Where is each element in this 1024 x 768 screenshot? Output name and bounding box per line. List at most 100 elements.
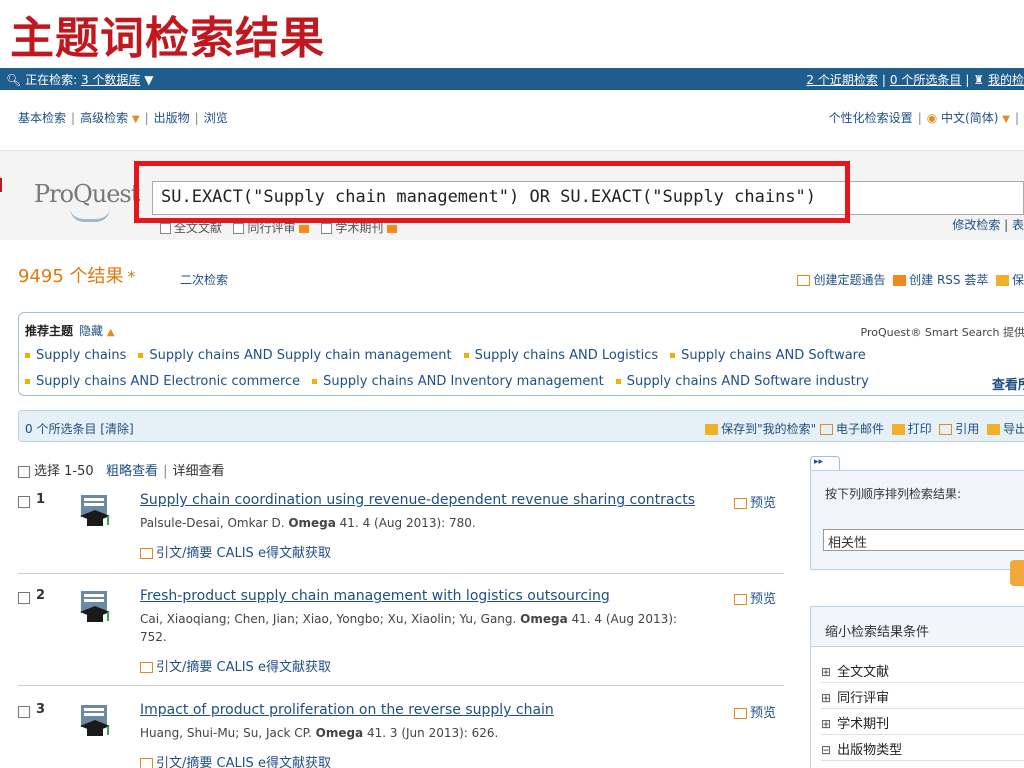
topic-link[interactable]: Supply chains AND Software	[670, 348, 866, 363]
publications-link[interactable]: 出版物	[154, 111, 190, 125]
result-actions: 创建定题通告 创建 RSS 荟萃 保	[797, 271, 1024, 288]
topic-row-1: Supply chains Supply chains AND Supply ch…	[25, 348, 878, 363]
record-authors: Cai, Xiaoqiang; Chen, Jian; Xiao, Yongbo…	[140, 610, 700, 646]
facet-peer-reviewed[interactable]: ⊞ 同行评审	[821, 683, 1024, 709]
select-all-checkbox[interactable]	[18, 465, 30, 478]
abstract-link[interactable]: 引文/摘要 CALIS e得文献获取	[156, 756, 331, 768]
language-dropdown-icon[interactable]: ▼	[1002, 114, 1010, 125]
view-all-topics-link[interactable]: 查看所	[992, 374, 1024, 393]
topic-link[interactable]: Supply chains	[25, 348, 126, 363]
result-record: 1 Supply chain coordination using revenu…	[18, 492, 784, 574]
chevron-down-icon[interactable]: ▼	[144, 73, 153, 87]
dropdown-icon[interactable]: ▼	[132, 114, 140, 125]
create-rss-link[interactable]: 创建 RSS 荟萃	[909, 273, 988, 287]
expand-icon[interactable]: ⊞	[821, 717, 831, 731]
record-links: 引文/摘要 CALIS e得文献获取	[140, 752, 331, 768]
create-alert-link[interactable]: 创建定题通告	[813, 273, 885, 287]
narrow-title: 缩小检索结果条件	[825, 625, 930, 640]
refine-search-link[interactable]: 二次检索	[180, 271, 228, 288]
proquest-logo: ProQuest	[34, 180, 140, 208]
topic-link[interactable]: Supply chains AND Supply chain managemen…	[138, 348, 451, 363]
results-suffix: 个结果	[69, 266, 124, 287]
expand-icon[interactable]: ⊞	[821, 691, 831, 705]
user-icon: ♜	[973, 73, 985, 87]
hide-topics-link[interactable]: 隐藏	[79, 324, 103, 338]
sort-apply-button[interactable]	[1010, 560, 1024, 586]
brief-view-link[interactable]: 粗略查看	[106, 464, 158, 479]
info-icon-2[interactable]	[387, 224, 398, 233]
print-icon	[891, 424, 905, 435]
mail-icon	[797, 275, 811, 286]
clear-selection-link[interactable]: 0 个所选条目 [清除]	[25, 420, 134, 437]
result-record: 3 Impact of product proliferation on the…	[18, 702, 784, 768]
record-number: 2	[36, 588, 46, 603]
citation-text: 41. 3 (Jun 2013): 626.	[363, 726, 499, 740]
folder-icon	[705, 424, 719, 435]
authors-text: Huang, Shui-Mu; Su, Jack CP.	[140, 726, 316, 740]
globe-icon: ◉	[926, 111, 938, 125]
collapse-icon[interactable]: ⊟	[821, 743, 831, 757]
recent-searches-link[interactable]: 2 个近期检索	[806, 73, 877, 87]
scholarly-journal-icon	[80, 705, 110, 736]
list-controls: 选择 1-50 粗略查看 | 详细查看	[18, 460, 224, 479]
record-title-link[interactable]: Supply chain coordination using revenue-…	[140, 492, 695, 508]
results-number: 9495	[18, 266, 64, 287]
expand-icon[interactable]: ⊞	[821, 665, 831, 679]
record-checkbox[interactable]	[18, 706, 30, 718]
databases-link[interactable]: 3 个数据库	[81, 73, 140, 87]
selected-items-link[interactable]: 0 个所选条目	[890, 73, 961, 87]
topic-link[interactable]: Supply chains AND Logistics	[464, 348, 659, 363]
abstract-link[interactable]: 引文/摘要 CALIS e得文献获取	[156, 660, 331, 675]
scholarly-label: 学术期刊	[335, 221, 384, 235]
modify-search-link[interactable]: 修改检索 | 表	[952, 216, 1024, 233]
rss-icon	[893, 275, 907, 286]
preview-icon	[734, 498, 747, 509]
record-authors: Huang, Shui-Mu; Su, Jack CP. Omega 41. 3…	[140, 724, 700, 742]
record-title-link[interactable]: Fresh-product supply chain management wi…	[140, 588, 610, 604]
sidebar-collapse-tab[interactable]: ▸▸	[810, 456, 840, 470]
basic-search-link[interactable]: 基本检索	[18, 111, 66, 125]
record-title-link[interactable]: Impact of product proliferation on the r…	[140, 702, 554, 718]
email-link[interactable]: 电子邮件	[836, 422, 884, 436]
topics-heading: 推荐主题	[25, 324, 74, 338]
preview-link[interactable]: 预览	[734, 492, 776, 511]
facet-source-type[interactable]: ⊟ 出版物类型	[821, 735, 1024, 761]
facet-scholarly[interactable]: ⊞ 学术期刊	[821, 709, 1024, 735]
facet-label: 学术期刊	[837, 717, 890, 732]
record-links: 引文/摘要 CALIS e得文献获取	[140, 542, 331, 561]
record-checkbox[interactable]	[18, 496, 30, 508]
scholarly-checkbox[interactable]	[321, 223, 333, 234]
search-icon: 🔍︎	[6, 73, 22, 87]
searching-databases: 🔍︎ 正在检索: 3 个数据库 ▼	[6, 71, 153, 88]
save-to-my-research-link[interactable]: 保存到"我的检索"	[721, 422, 816, 436]
search-input[interactable]: SU.EXACT("Supply chain management") OR S…	[152, 181, 1024, 215]
export-link[interactable]: 导出/	[1003, 422, 1024, 436]
abstract-link[interactable]: 引文/摘要 CALIS e得文献获取	[156, 546, 331, 561]
preview-link[interactable]: 预览	[734, 702, 776, 721]
collapse-icon[interactable]: ▲	[107, 327, 115, 338]
detailed-view-link[interactable]: 详细查看	[172, 464, 224, 479]
peer-reviewed-checkbox[interactable]	[233, 223, 245, 234]
topic-link[interactable]: Supply chains AND Electronic commerce	[25, 374, 300, 389]
navigation-bar: 基本检索 | 高级检索 ▼ | 出版物 | 浏览 个性化检索设置 | ◉ 中文(简体) ▼ |	[0, 90, 1024, 125]
journal-name: Omega	[288, 516, 336, 530]
sort-select[interactable]: 相关性	[823, 529, 1024, 551]
abstract-icon	[140, 548, 153, 559]
my-research-link[interactable]: 我的检	[988, 73, 1024, 87]
topic-link[interactable]: Supply chains AND Software industry	[616, 374, 869, 389]
preferences-link[interactable]: 个性化检索设置	[829, 111, 913, 125]
browse-link[interactable]: 浏览	[204, 111, 228, 125]
preview-link[interactable]: 预览	[734, 588, 776, 607]
language-select[interactable]: 中文(简体)	[941, 111, 998, 125]
save-search-link[interactable]: 保	[1012, 273, 1024, 287]
advanced-search-link[interactable]: 高级检索	[80, 111, 128, 125]
scholarly-journal-icon	[80, 591, 110, 622]
facet-fulltext[interactable]: ⊞ 全文文献	[821, 657, 1024, 683]
print-link[interactable]: 打印	[908, 422, 932, 436]
cite-link[interactable]: 引用	[955, 422, 979, 436]
fulltext-checkbox[interactable]	[160, 223, 171, 234]
recommended-topics-panel: 推荐主题 隐藏 ▲ ProQuest® Smart Search 提供 Suppl…	[18, 312, 1024, 396]
record-checkbox[interactable]	[18, 592, 30, 604]
info-icon[interactable]	[299, 224, 310, 233]
topic-link[interactable]: Supply chains AND Inventory management	[312, 374, 604, 389]
